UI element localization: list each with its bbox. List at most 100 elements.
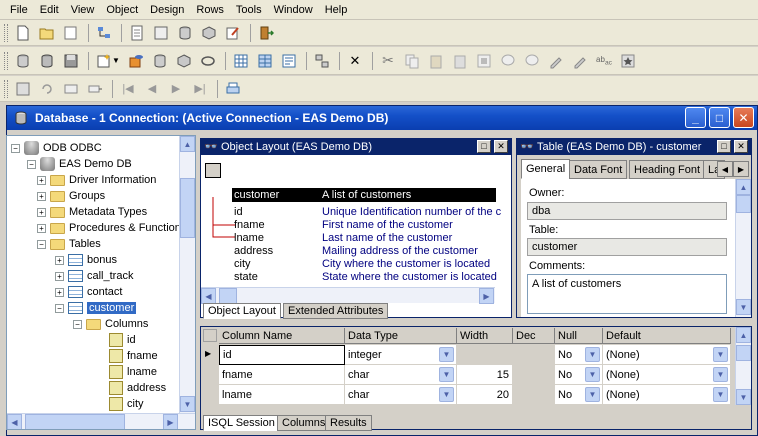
cell-null[interactable]: No ▼ <box>555 345 603 365</box>
maximize-button[interactable]: □ <box>709 107 730 128</box>
tab-scroll-left-button[interactable]: ◀ <box>717 161 733 177</box>
cube-object-button[interactable] <box>173 50 195 72</box>
panel-close-button[interactable]: ✕ <box>494 140 508 153</box>
panel-close-button[interactable]: ✕ <box>734 140 748 153</box>
dropdown-button[interactable]: ▼ <box>713 367 728 382</box>
menu-tools[interactable]: Tools <box>230 1 268 19</box>
tree-button[interactable] <box>93 22 115 44</box>
cell-data-type[interactable]: char ▼ <box>345 385 457 405</box>
cell-column-name[interactable]: fname <box>219 365 345 385</box>
cell-default[interactable]: (None) ▼ <box>603 345 731 365</box>
form-button[interactable] <box>278 50 300 72</box>
grid-blue-button[interactable] <box>254 50 276 72</box>
delete-row-button[interactable] <box>84 78 106 100</box>
dropdown-button[interactable]: ▼ <box>439 347 454 362</box>
cell-width[interactable]: 15 <box>457 365 513 385</box>
panel-restore-button[interactable]: □ <box>717 140 731 153</box>
new-button[interactable] <box>12 22 34 44</box>
collapse-icon[interactable]: − <box>55 303 64 313</box>
menu-edit[interactable]: Edit <box>34 1 65 19</box>
cell-data-type[interactable]: char ▼ <box>345 365 457 385</box>
tab-data-font[interactable]: Data Font <box>569 160 628 179</box>
tree-item-column-city[interactable]: city <box>109 396 144 412</box>
cut-button[interactable]: ✂ <box>377 50 399 72</box>
table-name-field[interactable]: customer <box>527 238 727 256</box>
edit-button[interactable] <box>222 22 244 44</box>
tab-object-layout[interactable]: Object Layout <box>203 303 281 319</box>
database-window-title-bar[interactable]: Database - 1 Connection: (Active Connect… <box>7 106 757 130</box>
menu-help[interactable]: Help <box>319 1 354 19</box>
layout-row-address[interactable]: address Mailing address of the customer <box>234 245 478 258</box>
pencil-button[interactable] <box>545 50 567 72</box>
object-orange-button[interactable] <box>125 50 147 72</box>
dropdown-button[interactable]: ▼ <box>713 387 728 402</box>
dropdown-button[interactable]: ▼ <box>585 367 600 382</box>
column-header-default[interactable]: Default <box>603 328 731 344</box>
replace-text-button[interactable]: abac <box>593 50 615 72</box>
layout-row-lname[interactable]: lname Last name of the customer <box>234 232 452 245</box>
table-layout-icon[interactable] <box>205 163 221 178</box>
tree-item-driver-info[interactable]: + Driver Information <box>37 172 156 188</box>
dropdown-button[interactable]: ▼ <box>439 367 454 382</box>
tree-item-table-bonus[interactable]: + bonus <box>55 252 117 268</box>
table-panel-title-bar[interactable]: Table (EAS Demo DB) - customer <box>517 139 751 155</box>
collapse-icon[interactable]: − <box>37 239 46 249</box>
column-header-null[interactable]: Null <box>555 328 603 344</box>
tab-scroll-right-button[interactable]: ▶ <box>733 161 749 177</box>
cube-button[interactable] <box>198 22 220 44</box>
tree-vertical-scrollbar[interactable]: ▲ ▼ <box>179 136 195 413</box>
cell-column-name[interactable]: lname <box>219 385 345 405</box>
paste-button[interactable] <box>425 50 447 72</box>
tree-item-column-address[interactable]: address <box>109 380 166 396</box>
expand-icon[interactable]: + <box>37 175 46 185</box>
cell-data-type[interactable]: integer ▼ <box>345 345 457 365</box>
column-header-name[interactable]: Column Name <box>219 328 345 344</box>
object-table-button[interactable] <box>149 50 171 72</box>
dropdown-button[interactable]: ▼ <box>439 387 454 402</box>
collapse-icon[interactable]: − <box>73 319 82 329</box>
menu-window[interactable]: Window <box>268 1 319 19</box>
grid-button[interactable] <box>230 50 252 72</box>
collapse-icon[interactable]: − <box>27 159 36 169</box>
database-button[interactable] <box>174 22 196 44</box>
tree-item-columns[interactable]: − Columns <box>73 316 148 332</box>
scroll-right-button[interactable]: ▶ <box>479 288 494 304</box>
scroll-thumb[interactable] <box>736 345 751 361</box>
minimize-button[interactable]: _ <box>685 107 706 128</box>
column-header-type[interactable]: Data Type <box>345 328 457 344</box>
dropdown-button[interactable]: ▼ <box>585 347 600 362</box>
tree-item-column-fname[interactable]: fname <box>109 348 158 364</box>
expand-icon[interactable]: + <box>55 271 64 281</box>
disk-button[interactable] <box>60 50 82 72</box>
scroll-up-button[interactable]: ▲ <box>736 327 751 343</box>
tab-results[interactable]: Results <box>325 415 372 431</box>
column-header-dec[interactable]: Dec <box>513 328 555 344</box>
cell-null[interactable]: No ▼ <box>555 385 603 405</box>
open-button[interactable] <box>36 22 58 44</box>
print-preview-button[interactable] <box>60 22 82 44</box>
tree-item-table-customer[interactable]: − customer <box>55 300 137 316</box>
dropdown-button[interactable]: ▼ <box>713 347 728 362</box>
object-layout-title-bar[interactable]: Object Layout (EAS Demo DB) <box>201 139 511 155</box>
cell-dec[interactable] <box>513 345 555 365</box>
next-button[interactable]: ▶ <box>165 78 187 100</box>
cell-default[interactable]: (None) ▼ <box>603 365 731 385</box>
tree-item-procedures[interactable]: + Procedures & Functions <box>37 220 186 236</box>
db-connect-button[interactable] <box>36 50 58 72</box>
scroll-left-button[interactable]: ◀ <box>7 414 22 429</box>
menu-file[interactable]: File <box>4 1 34 19</box>
close-button[interactable]: ✕ <box>733 107 754 128</box>
tree-item-groups[interactable]: + Groups <box>37 188 105 204</box>
dropdown-button[interactable]: ▼ <box>585 387 600 402</box>
expand-icon[interactable]: + <box>55 287 64 297</box>
report-button[interactable] <box>150 22 172 44</box>
comment-button[interactable] <box>497 50 519 72</box>
uncomment-button[interactable] <box>521 50 543 72</box>
scroll-thumb[interactable] <box>219 288 237 304</box>
column-header-width[interactable]: Width <box>457 328 513 344</box>
cell-dec[interactable] <box>513 365 555 385</box>
row-indicator[interactable]: ▶ <box>203 347 217 365</box>
select-all-button[interactable] <box>473 50 495 72</box>
toolbar-grip[interactable] <box>4 79 8 98</box>
doc-button[interactable] <box>126 22 148 44</box>
